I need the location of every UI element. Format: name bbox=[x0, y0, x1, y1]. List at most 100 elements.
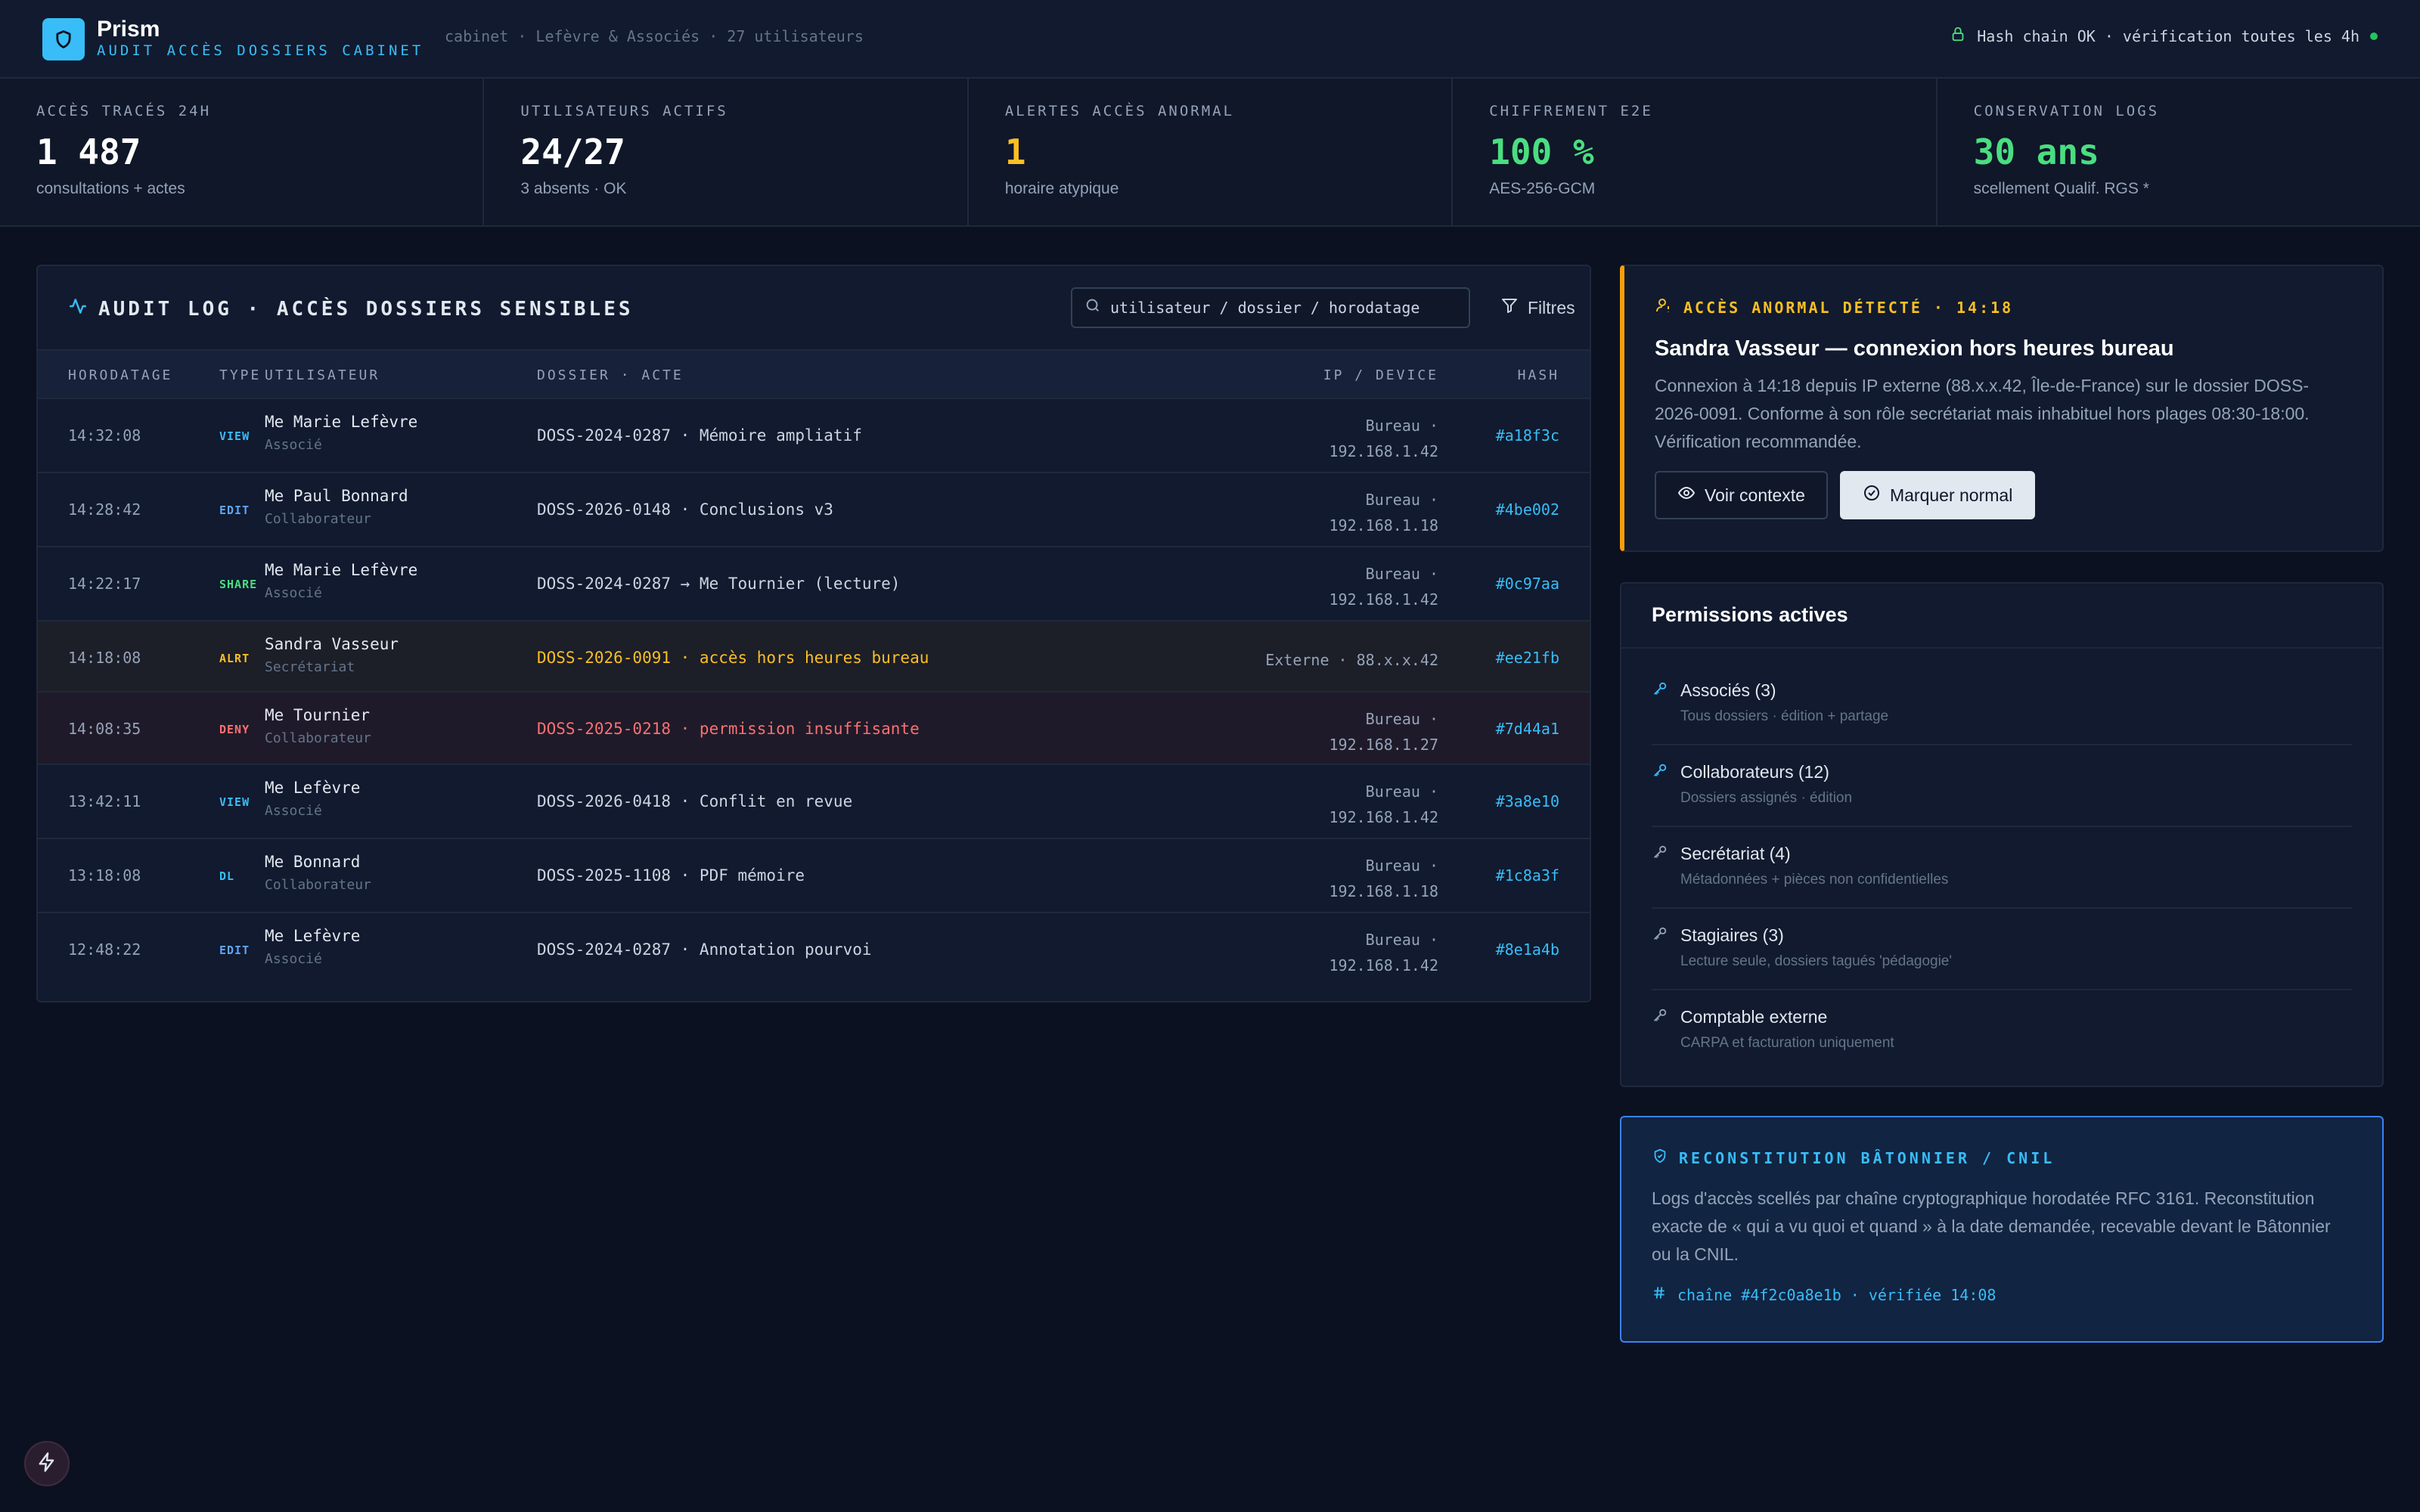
user-name: Me Tournier bbox=[265, 706, 371, 724]
table-row[interactable]: 13:18:08 DL Me Bonnard Collaborateur DOSS-20… bbox=[38, 839, 1590, 913]
row-hash-link[interactable]: #4be002 bbox=[1496, 500, 1559, 519]
table-row[interactable]: 13:42:11 VIEW Me Lefèvre Associé DOSS-2026-0… bbox=[38, 765, 1590, 839]
row-ip: Bureau · 192.168.1.42 bbox=[1329, 413, 1439, 464]
ip-address: 192.168.1.18 bbox=[1329, 882, 1439, 900]
table-row[interactable]: 12:48:22 EDIT Me Lefèvre Associé DOSS-2024-0… bbox=[38, 913, 1590, 987]
alert-title: Sandra Vasseur — connexion hors heures b… bbox=[1655, 336, 2174, 361]
stat-label: ACCÈS TRACÉS 24H bbox=[36, 103, 212, 119]
row-time: 14:18:08 bbox=[68, 649, 141, 667]
filter-button[interactable]: Filtres bbox=[1488, 287, 1587, 328]
stat-card: CHIFFREMENT E2E 100 % AES-256-GCM bbox=[1453, 79, 1938, 225]
stat-sub: scellement Qualif. RGS * bbox=[1973, 180, 2149, 197]
audit-search[interactable] bbox=[1071, 287, 1470, 328]
view-context-label: Voir contexte bbox=[1705, 485, 1805, 505]
col-type: TYPE bbox=[219, 367, 262, 383]
mark-normal-label: Marquer normal bbox=[1889, 485, 2013, 505]
user-role: Associé bbox=[265, 803, 322, 819]
user-name: Me Lefèvre bbox=[265, 927, 361, 945]
stat-value: 30 ans bbox=[1973, 132, 2099, 172]
permissions-card: Permissions actives Associés (3) Tous dos… bbox=[1620, 582, 2384, 1087]
user-name: Me Lefèvre bbox=[265, 779, 361, 797]
row-hash-link[interactable]: #a18f3c bbox=[1496, 426, 1559, 445]
stat-label: ALERTES ACCÈS ANORMAL bbox=[1004, 103, 1235, 119]
table-row[interactable]: 14:18:08 ALRT Sandra Vasseur Secrétariat DOS… bbox=[38, 621, 1590, 692]
user-alert-icon bbox=[1655, 296, 1673, 318]
row-time: 14:08:35 bbox=[68, 720, 141, 738]
user-name: Me Marie Lefèvre bbox=[265, 413, 418, 431]
table-row[interactable]: 14:22:17 SHARE Me Marie Lefèvre Associé DOSS… bbox=[38, 547, 1590, 621]
ip-device: Bureau · bbox=[1365, 565, 1438, 583]
user-name: Sandra Vasseur bbox=[265, 635, 399, 653]
search-icon bbox=[1084, 297, 1101, 318]
permission-name: Secrétariat (4) bbox=[1680, 844, 1791, 863]
row-dossier: DOSS-2024-0287 · Mémoire ampliatif bbox=[537, 426, 862, 445]
row-type-badge: DENY bbox=[219, 723, 250, 736]
user-role: Secrétariat bbox=[265, 659, 355, 675]
user-role: Collaborateur bbox=[265, 877, 371, 893]
check-circle-icon bbox=[1863, 484, 1881, 507]
table-row[interactable]: 14:32:08 VIEW Me Marie Lefèvre Associé DOSS-… bbox=[38, 399, 1590, 473]
user-name: Me Paul Bonnard bbox=[265, 487, 408, 505]
permission-name: Associés (3) bbox=[1680, 680, 1776, 700]
permission-item[interactable]: Comptable externe CARPA et facturation un… bbox=[1652, 990, 2352, 1072]
row-type-badge: VIEW bbox=[219, 795, 250, 809]
activity-icon bbox=[68, 296, 88, 321]
row-hash-link[interactable]: #ee21fb bbox=[1496, 649, 1559, 667]
row-hash-link[interactable]: #1c8a3f bbox=[1496, 866, 1559, 885]
permission-desc: Tous dossiers · édition + partage bbox=[1680, 708, 1889, 724]
col-user: UTILISATEUR bbox=[265, 367, 380, 383]
row-user: Me Paul Bonnard Collaborateur bbox=[265, 487, 408, 527]
permissions-list: Associés (3) Tous dossiers · édition + pa… bbox=[1621, 664, 2382, 1072]
user-name: Me Bonnard bbox=[265, 853, 361, 871]
row-time: 14:28:42 bbox=[68, 500, 141, 519]
stat-card: ACCÈS TRACÉS 24H 1 487 consultations + act… bbox=[0, 79, 485, 225]
row-hash-link[interactable]: #8e1a4b bbox=[1496, 940, 1559, 959]
row-dossier: DOSS-2024-0287 · Annotation pourvoi bbox=[537, 940, 872, 959]
ip-device: Bureau · bbox=[1365, 417, 1438, 435]
reconstitution-label: RECONSTITUTION BÂTONNIER / CNIL bbox=[1652, 1148, 2352, 1168]
ip-address: 192.168.1.42 bbox=[1329, 590, 1439, 609]
stat-card: UTILISATEURS ACTIFS 24/27 3 absents · OK bbox=[484, 79, 969, 225]
audit-log-header: AUDIT LOG · ACCÈS DOSSIERS SENSIBLES Fil… bbox=[38, 266, 1590, 351]
user-role: Associé bbox=[265, 585, 322, 601]
permissions-title: Permissions actives bbox=[1621, 584, 2382, 649]
ip-device: Externe · 88.x.x.42 bbox=[1265, 651, 1438, 669]
audit-log-title-text: AUDIT LOG · ACCÈS DOSSIERS SENSIBLES bbox=[98, 297, 634, 321]
lock-icon bbox=[1950, 26, 1966, 46]
ip-address: 192.168.1.42 bbox=[1329, 956, 1439, 974]
stat-card: ALERTES ACCÈS ANORMAL 1 horaire atypique bbox=[969, 79, 1454, 225]
table-row[interactable]: 14:28:42 EDIT Me Paul Bonnard Collaborateur… bbox=[38, 473, 1590, 547]
row-hash-link[interactable]: #3a8e10 bbox=[1496, 792, 1559, 810]
row-user: Me Bonnard Collaborateur bbox=[265, 853, 371, 893]
eye-icon bbox=[1677, 484, 1696, 507]
key-icon bbox=[1652, 844, 1668, 864]
permission-item[interactable]: Collaborateurs (12) Dossiers assignés · é… bbox=[1652, 745, 2352, 827]
ip-address: 192.168.1.27 bbox=[1329, 736, 1439, 754]
view-context-button[interactable]: Voir contexte bbox=[1655, 471, 1828, 519]
stat-sub: 3 absents · OK bbox=[520, 180, 627, 197]
row-type-badge: EDIT bbox=[219, 503, 250, 517]
row-user: Me Marie Lefèvre Associé bbox=[265, 413, 417, 453]
row-time: 12:48:22 bbox=[68, 940, 141, 959]
row-time: 13:42:11 bbox=[68, 792, 141, 810]
row-type-badge: ALRT bbox=[219, 652, 250, 665]
bolt-icon bbox=[36, 1452, 57, 1476]
search-input[interactable] bbox=[1110, 299, 1428, 317]
shield-check-icon bbox=[1652, 1148, 1668, 1168]
stat-sub: consultations + actes bbox=[36, 180, 185, 197]
row-dossier: DOSS-2024-0287 → Me Tournier (lecture) bbox=[537, 575, 901, 593]
permission-item[interactable]: Associés (3) Tous dossiers · édition + pa… bbox=[1652, 664, 2352, 745]
permission-desc: CARPA et facturation uniquement bbox=[1680, 1035, 1894, 1051]
stat-value: 24/27 bbox=[520, 132, 625, 172]
row-hash-link[interactable]: #7d44a1 bbox=[1496, 720, 1559, 738]
table-row[interactable]: 14:08:35 DENY Me Tournier Collaborateur DOSS… bbox=[38, 692, 1590, 765]
ip-device: Bureau · bbox=[1365, 857, 1438, 875]
permission-desc: Métadonnées + pièces non confidentielles bbox=[1680, 872, 1949, 888]
permission-item[interactable]: Stagiaires (3) Lecture seule, dossiers ta… bbox=[1652, 909, 2352, 990]
permission-item[interactable]: Secrétariat (4) Métadonnées + pièces non … bbox=[1652, 827, 2352, 909]
ip-address: 192.168.1.18 bbox=[1329, 516, 1439, 534]
mark-normal-button[interactable]: Marquer normal bbox=[1839, 471, 2036, 519]
ip-device: Bureau · bbox=[1365, 710, 1438, 728]
row-hash-link[interactable]: #0c97aa bbox=[1496, 575, 1559, 593]
quick-action-button[interactable] bbox=[24, 1441, 70, 1486]
